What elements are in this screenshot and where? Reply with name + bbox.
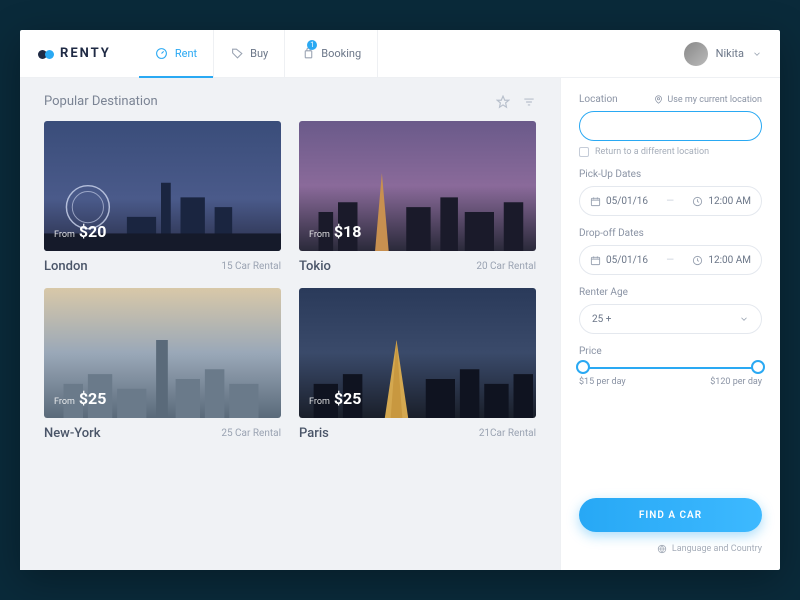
location-label: Location [579,94,618,105]
dropoff-label: Drop-off Dates [579,228,762,239]
main-panel: Popular Destination [20,78,560,570]
globe-icon [657,544,667,554]
star-icon[interactable] [496,95,510,109]
tab-buy-label: Buy [250,47,268,60]
slider-handle-max[interactable] [751,360,765,374]
header: RENTY Rent Buy 1 Booking [20,30,780,78]
card-image: From$18 [299,121,536,251]
find-car-button[interactable]: FIND A CAR [579,498,762,532]
rental-count: 20 Car Rental [476,261,536,272]
nav-tabs: Rent Buy 1 Booking [139,30,378,77]
tab-rent-label: Rent [175,47,197,60]
pickup-label: Pick-Up Dates [579,169,762,180]
language-country[interactable]: Language and Country [579,544,762,554]
destination-grid: From$20 London 15 Car Rental [44,121,536,441]
tab-booking-label: Booking [321,47,361,60]
speedometer-icon [155,47,169,61]
rental-count: 25 Car Rental [221,428,281,439]
clock-icon [692,196,703,207]
tab-booking[interactable]: 1 Booking [285,30,378,77]
user-name: Nikita [716,47,744,60]
return-different-label: Return to a different location [595,147,709,157]
filter-icon[interactable] [522,95,536,109]
city-name: London [44,259,88,274]
use-current-location[interactable]: Use my current location [654,95,762,105]
city-name: Paris [299,426,329,441]
body: Popular Destination [20,78,780,570]
city-name: New-York [44,426,101,441]
price-max: $120 per day [710,377,762,387]
card-london[interactable]: From$20 London 15 Car Rental [44,121,281,274]
city-name: Tokio [299,259,331,274]
logo-text: RENTY [60,46,111,61]
card-newyork[interactable]: From$25 New-York 25 Car Rental [44,288,281,441]
price-slider[interactable] [579,367,762,369]
logo[interactable]: RENTY [38,46,111,62]
dropoff-input[interactable]: 05/01/16 — 12:00 AM [579,245,762,275]
app-window: RENTY Rent Buy 1 Booking [20,30,780,570]
card-tokio[interactable]: From$18 Tokio 20 Car Rental [299,121,536,274]
chevron-down-icon [752,49,762,59]
chevron-down-icon [739,314,749,324]
location-icon [654,95,663,104]
card-paris[interactable]: From$25 Paris 21Car Rental [299,288,536,441]
card-image: From$20 [44,121,281,251]
price-min: $15 per day [579,377,626,387]
card-image: From$25 [299,288,536,418]
user-menu[interactable]: Nikita [684,42,762,66]
age-label: Renter Age [579,287,762,298]
rental-count: 21Car Rental [479,428,536,439]
tab-rent[interactable]: Rent [139,30,214,77]
tag-icon [230,47,244,61]
age-select[interactable]: 25 + [579,304,762,334]
avatar [684,42,708,66]
logo-icon [38,46,54,62]
card-image: From$25 [44,288,281,418]
tab-buy[interactable]: Buy [214,30,285,77]
calendar-icon [590,255,601,266]
booking-badge: 1 [307,40,317,50]
slider-handle-min[interactable] [576,360,590,374]
clock-icon [692,255,703,266]
filter-panel: Location Use my current location Return … [560,78,780,570]
pickup-input[interactable]: 05/01/16 — 12:00 AM [579,186,762,216]
price-label: Price [579,346,762,357]
rental-count: 15 Car Rental [221,261,281,272]
calendar-icon [590,196,601,207]
return-different-checkbox[interactable] [579,147,589,157]
section-title: Popular Destination [44,94,158,109]
location-input[interactable] [579,111,762,141]
